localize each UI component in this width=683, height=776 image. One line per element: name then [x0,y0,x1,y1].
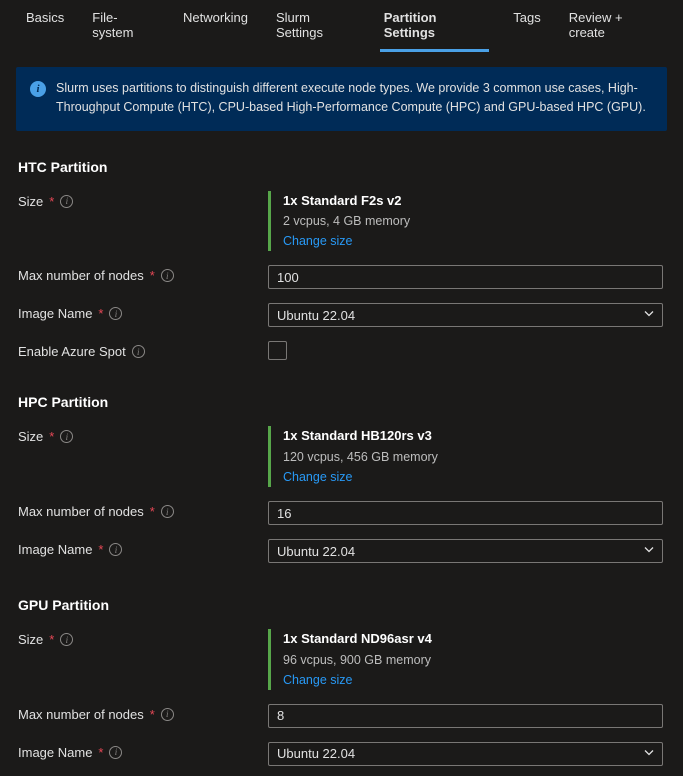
help-icon[interactable]: i [161,269,174,282]
htc-maxnodes-input[interactable] [268,265,663,289]
gpu-size-block: 1x Standard ND96asr v4 96 vcpus, 900 GB … [268,629,665,690]
gpu-change-size-link[interactable]: Change size [283,670,665,690]
tab-tags[interactable]: Tags [499,0,554,52]
htc-spot-checkbox[interactable] [268,341,287,360]
htc-image-value[interactable] [268,303,663,327]
htc-section-title: HTC Partition [0,149,683,187]
hpc-section-title: HPC Partition [0,384,683,422]
required-marker: * [98,542,103,557]
tab-networking[interactable]: Networking [169,0,262,52]
required-marker: * [150,707,155,722]
required-marker: * [49,632,54,647]
htc-size-detail: 2 vcpus, 4 GB memory [283,211,665,231]
help-icon[interactable]: i [60,430,73,443]
htc-size-label: Size [18,194,43,209]
info-banner: i Slurm uses partitions to distinguish d… [16,67,667,131]
required-marker: * [98,745,103,760]
gpu-image-label: Image Name [18,745,92,760]
help-icon[interactable]: i [161,708,174,721]
hpc-maxnodes-label: Max number of nodes [18,504,144,519]
hpc-size-block: 1x Standard HB120rs v3 120 vcpus, 456 GB… [268,426,665,487]
hpc-maxnodes-input[interactable] [268,501,663,525]
htc-image-label: Image Name [18,306,92,321]
htc-image-select[interactable] [268,303,663,327]
tab-slurm-settings[interactable]: Slurm Settings [262,0,370,52]
tab-partition-settings[interactable]: Partition Settings [370,0,500,52]
help-icon[interactable]: i [60,633,73,646]
required-marker: * [150,504,155,519]
tab-file-system[interactable]: File-system [78,0,169,52]
hpc-change-size-link[interactable]: Change size [283,467,665,487]
hpc-image-select[interactable] [268,539,663,563]
gpu-size-label: Size [18,632,43,647]
help-icon[interactable]: i [60,195,73,208]
gpu-image-select[interactable] [268,742,663,766]
required-marker: * [98,306,103,321]
hpc-image-label: Image Name [18,542,92,557]
info-icon: i [30,81,46,97]
htc-spot-label: Enable Azure Spot [18,344,126,359]
gpu-section-title: GPU Partition [0,587,683,625]
tab-review-create[interactable]: Review + create [555,0,671,52]
gpu-maxnodes-label: Max number of nodes [18,707,144,722]
help-icon[interactable]: i [161,505,174,518]
required-marker: * [150,268,155,283]
gpu-size-name: 1x Standard ND96asr v4 [283,629,665,650]
help-icon[interactable]: i [109,543,122,556]
help-icon[interactable]: i [109,307,122,320]
help-icon[interactable]: i [132,345,145,358]
tab-bar: Basics File-system Networking Slurm Sett… [0,0,683,53]
hpc-image-value[interactable] [268,539,663,563]
hpc-size-detail: 120 vcpus, 456 GB memory [283,447,665,467]
htc-maxnodes-label: Max number of nodes [18,268,144,283]
gpu-size-detail: 96 vcpus, 900 GB memory [283,650,665,670]
help-icon[interactable]: i [109,746,122,759]
htc-change-size-link[interactable]: Change size [283,231,665,251]
htc-size-block: 1x Standard F2s v2 2 vcpus, 4 GB memory … [268,191,665,252]
tab-basics[interactable]: Basics [12,0,78,52]
info-banner-text: Slurm uses partitions to distinguish dif… [56,79,653,117]
required-marker: * [49,429,54,444]
gpu-image-value[interactable] [268,742,663,766]
hpc-size-label: Size [18,429,43,444]
hpc-size-name: 1x Standard HB120rs v3 [283,426,665,447]
htc-size-name: 1x Standard F2s v2 [283,191,665,212]
gpu-maxnodes-input[interactable] [268,704,663,728]
required-marker: * [49,194,54,209]
